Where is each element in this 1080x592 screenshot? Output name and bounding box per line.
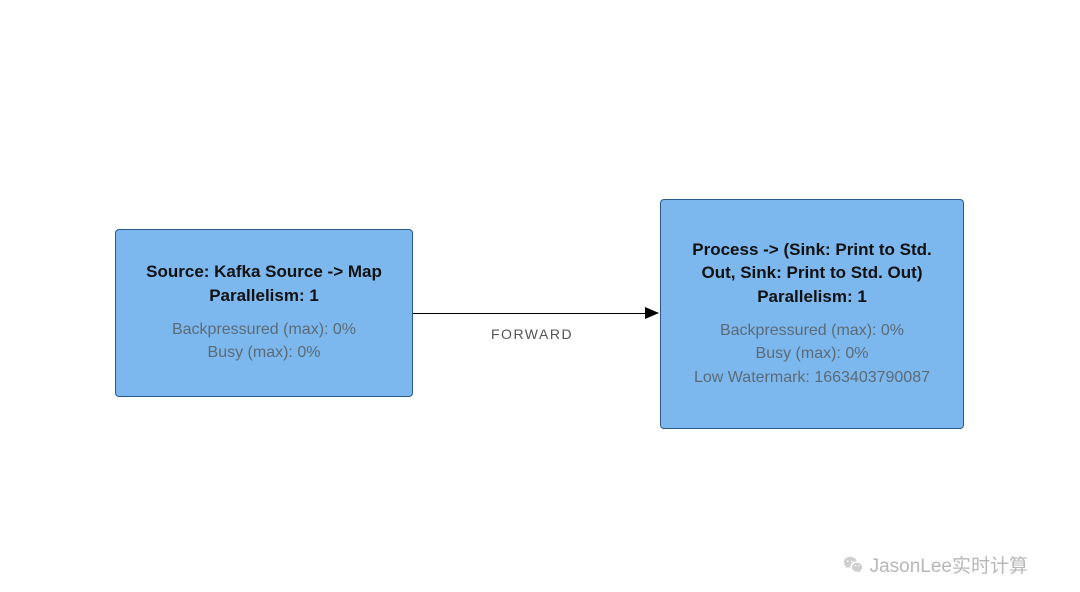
- node-process-parallelism: Parallelism: 1: [757, 287, 867, 307]
- watermark-text: JasonLee实时计算: [870, 551, 1028, 578]
- node-process-low-watermark: Low Watermark: 1663403790087: [694, 366, 930, 389]
- image-watermark: JasonLee实时计算: [842, 551, 1028, 578]
- node-process[interactable]: Process -> (Sink: Print to Std. Out, Sin…: [660, 199, 964, 429]
- node-process-backpressure: Backpressured (max): 0%: [720, 319, 904, 342]
- node-process-busy: Busy (max): 0%: [756, 342, 869, 365]
- node-source-backpressure: Backpressured (max): 0%: [172, 318, 356, 341]
- node-source-busy: Busy (max): 0%: [208, 341, 321, 364]
- edge-label: FORWARD: [491, 326, 573, 342]
- edge-arrowhead: [645, 307, 659, 319]
- node-source-parallelism: Parallelism: 1: [209, 286, 319, 306]
- edge-line: [413, 313, 645, 314]
- node-process-title: Process -> (Sink: Print to Std. Out, Sin…: [673, 239, 951, 285]
- node-source[interactable]: Source: Kafka Source -> Map Parallelism:…: [115, 229, 413, 397]
- node-source-title: Source: Kafka Source -> Map: [146, 261, 382, 284]
- wechat-icon: [842, 554, 864, 576]
